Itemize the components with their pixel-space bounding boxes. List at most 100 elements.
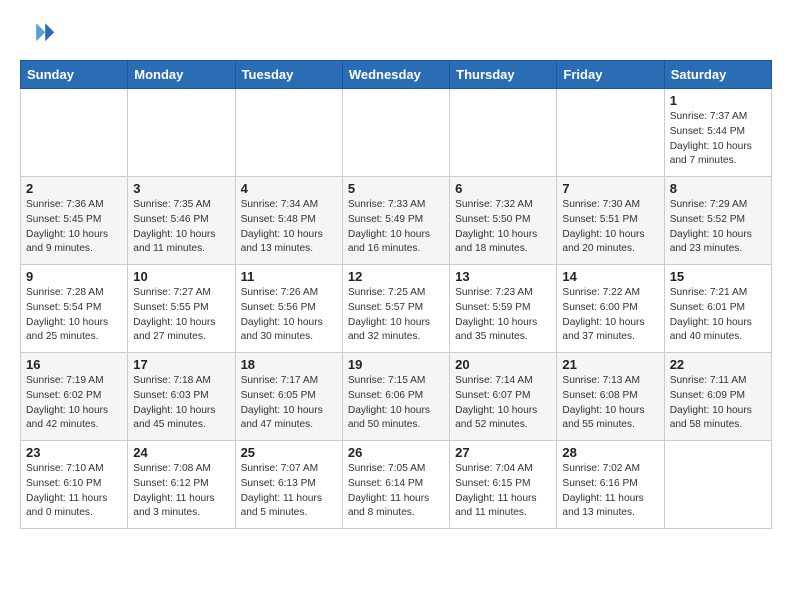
- day-cell: 21 Sunrise: 7:13 AM Sunset: 6:08 PM Dayli…: [557, 353, 664, 441]
- weekday-header-saturday: Saturday: [664, 61, 771, 89]
- day-number: 12: [348, 269, 444, 284]
- day-number: 26: [348, 445, 444, 460]
- day-cell: 17 Sunrise: 7:18 AM Sunset: 6:03 PM Dayli…: [128, 353, 235, 441]
- day-number: 5: [348, 181, 444, 196]
- day-cell: 7Sunrise: 7:30 AM Sunset: 5:51 PM Daylig…: [557, 177, 664, 265]
- day-info: Sunrise: 7:34 AM Sunset: 5:48 PM Dayligh…: [241, 198, 337, 257]
- day-info: Sunrise: 7:17 AM Sunset: 6:05 PM Dayligh…: [241, 374, 337, 433]
- day-cell: 12 Sunrise: 7:25 AM Sunset: 5:57 PM Dayli…: [342, 265, 449, 353]
- day-info: Sunrise: 7:26 AM Sunset: 5:56 PM Dayligh…: [241, 286, 337, 345]
- week-row-5: 23 Sunrise: 7:10 AM Sunset: 6:10 PM Dayli…: [21, 441, 772, 529]
- day-number: 10: [133, 269, 229, 284]
- day-info: Sunrise: 7:07 AM Sunset: 6:13 PM Dayligh…: [241, 462, 337, 521]
- day-info: Sunrise: 7:37 AM Sunset: 5:44 PM Dayligh…: [670, 110, 766, 169]
- weekday-header-monday: Monday: [128, 61, 235, 89]
- day-number: 3: [133, 181, 229, 196]
- weekday-header-wednesday: Wednesday: [342, 61, 449, 89]
- day-cell: 24 Sunrise: 7:08 AM Sunset: 6:12 PM Dayli…: [128, 441, 235, 529]
- day-cell: [235, 89, 342, 177]
- day-cell: [128, 89, 235, 177]
- weekday-header-friday: Friday: [557, 61, 664, 89]
- day-number: 21: [562, 357, 658, 372]
- day-info: Sunrise: 7:08 AM Sunset: 6:12 PM Dayligh…: [133, 462, 229, 521]
- day-cell: 8Sunrise: 7:29 AM Sunset: 5:52 PM Daylig…: [664, 177, 771, 265]
- day-number: 14: [562, 269, 658, 284]
- day-cell: 10 Sunrise: 7:27 AM Sunset: 5:55 PM Dayli…: [128, 265, 235, 353]
- day-info: Sunrise: 7:02 AM Sunset: 6:16 PM Dayligh…: [562, 462, 658, 521]
- day-number: 1: [670, 93, 766, 108]
- day-info: Sunrise: 7:11 AM Sunset: 6:09 PM Dayligh…: [670, 374, 766, 433]
- day-cell: 15 Sunrise: 7:21 AM Sunset: 6:01 PM Dayli…: [664, 265, 771, 353]
- day-cell: 28 Sunrise: 7:02 AM Sunset: 6:16 PM Dayli…: [557, 441, 664, 529]
- day-cell: [342, 89, 449, 177]
- day-number: 18: [241, 357, 337, 372]
- day-number: 25: [241, 445, 337, 460]
- day-cell: [21, 89, 128, 177]
- day-info: Sunrise: 7:25 AM Sunset: 5:57 PM Dayligh…: [348, 286, 444, 345]
- day-info: Sunrise: 7:28 AM Sunset: 5:54 PM Dayligh…: [26, 286, 122, 345]
- logo: [20, 16, 60, 52]
- day-number: 24: [133, 445, 229, 460]
- day-cell: 11 Sunrise: 7:26 AM Sunset: 5:56 PM Dayli…: [235, 265, 342, 353]
- weekday-header-tuesday: Tuesday: [235, 61, 342, 89]
- day-number: 2: [26, 181, 122, 196]
- day-number: 19: [348, 357, 444, 372]
- day-info: Sunrise: 7:13 AM Sunset: 6:08 PM Dayligh…: [562, 374, 658, 433]
- day-cell: 14 Sunrise: 7:22 AM Sunset: 6:00 PM Dayli…: [557, 265, 664, 353]
- day-number: 23: [26, 445, 122, 460]
- day-cell: 25 Sunrise: 7:07 AM Sunset: 6:13 PM Dayli…: [235, 441, 342, 529]
- weekday-header-thursday: Thursday: [450, 61, 557, 89]
- day-cell: 6 Sunrise: 7:32 AM Sunset: 5:50 PM Daylig…: [450, 177, 557, 265]
- day-number: 27: [455, 445, 551, 460]
- day-number: 13: [455, 269, 551, 284]
- day-number: 9: [26, 269, 122, 284]
- day-number: 17: [133, 357, 229, 372]
- day-info: Sunrise: 7:04 AM Sunset: 6:15 PM Dayligh…: [455, 462, 551, 521]
- day-info: Sunrise: 7:36 AM Sunset: 5:45 PM Dayligh…: [26, 198, 122, 257]
- day-info: Sunrise: 7:21 AM Sunset: 6:01 PM Dayligh…: [670, 286, 766, 345]
- day-cell: 4 Sunrise: 7:34 AM Sunset: 5:48 PM Daylig…: [235, 177, 342, 265]
- day-number: 15: [670, 269, 766, 284]
- day-info: Sunrise: 7:29 AM Sunset: 5:52 PM Dayligh…: [670, 198, 766, 257]
- day-number: 28: [562, 445, 658, 460]
- day-cell: 1 Sunrise: 7:37 AM Sunset: 5:44 PM Daylig…: [664, 89, 771, 177]
- day-number: 11: [241, 269, 337, 284]
- day-cell: 3Sunrise: 7:35 AM Sunset: 5:46 PM Daylig…: [128, 177, 235, 265]
- day-info: Sunrise: 7:27 AM Sunset: 5:55 PM Dayligh…: [133, 286, 229, 345]
- day-info: Sunrise: 7:33 AM Sunset: 5:49 PM Dayligh…: [348, 198, 444, 257]
- day-number: 6: [455, 181, 551, 196]
- day-number: 20: [455, 357, 551, 372]
- day-info: Sunrise: 7:05 AM Sunset: 6:14 PM Dayligh…: [348, 462, 444, 521]
- day-info: Sunrise: 7:14 AM Sunset: 6:07 PM Dayligh…: [455, 374, 551, 433]
- day-info: Sunrise: 7:32 AM Sunset: 5:50 PM Dayligh…: [455, 198, 551, 257]
- day-info: Sunrise: 7:15 AM Sunset: 6:06 PM Dayligh…: [348, 374, 444, 433]
- day-cell: 19 Sunrise: 7:15 AM Sunset: 6:06 PM Dayli…: [342, 353, 449, 441]
- day-cell: 16 Sunrise: 7:19 AM Sunset: 6:02 PM Dayli…: [21, 353, 128, 441]
- day-cell: [450, 89, 557, 177]
- day-info: Sunrise: 7:23 AM Sunset: 5:59 PM Dayligh…: [455, 286, 551, 345]
- weekday-header-row: SundayMondayTuesdayWednesdayThursdayFrid…: [21, 61, 772, 89]
- week-row-2: 2 Sunrise: 7:36 AM Sunset: 5:45 PM Daylig…: [21, 177, 772, 265]
- day-cell: [557, 89, 664, 177]
- day-info: Sunrise: 7:22 AM Sunset: 6:00 PM Dayligh…: [562, 286, 658, 345]
- day-number: 4: [241, 181, 337, 196]
- day-cell: 2 Sunrise: 7:36 AM Sunset: 5:45 PM Daylig…: [21, 177, 128, 265]
- day-info: Sunrise: 7:18 AM Sunset: 6:03 PM Dayligh…: [133, 374, 229, 433]
- day-number: 7: [562, 181, 658, 196]
- day-cell: 20 Sunrise: 7:14 AM Sunset: 6:07 PM Dayli…: [450, 353, 557, 441]
- day-cell: 13 Sunrise: 7:23 AM Sunset: 5:59 PM Dayli…: [450, 265, 557, 353]
- week-row-3: 9 Sunrise: 7:28 AM Sunset: 5:54 PM Daylig…: [21, 265, 772, 353]
- page: SundayMondayTuesdayWednesdayThursdayFrid…: [0, 0, 792, 545]
- header: [20, 16, 772, 52]
- weekday-header-sunday: Sunday: [21, 61, 128, 89]
- day-info: Sunrise: 7:10 AM Sunset: 6:10 PM Dayligh…: [26, 462, 122, 521]
- day-cell: 26 Sunrise: 7:05 AM Sunset: 6:14 PM Dayli…: [342, 441, 449, 529]
- day-cell: [664, 441, 771, 529]
- day-info: Sunrise: 7:19 AM Sunset: 6:02 PM Dayligh…: [26, 374, 122, 433]
- day-cell: 27 Sunrise: 7:04 AM Sunset: 6:15 PM Dayli…: [450, 441, 557, 529]
- day-cell: 18 Sunrise: 7:17 AM Sunset: 6:05 PM Dayli…: [235, 353, 342, 441]
- week-row-4: 16 Sunrise: 7:19 AM Sunset: 6:02 PM Dayli…: [21, 353, 772, 441]
- day-number: 22: [670, 357, 766, 372]
- calendar-table: SundayMondayTuesdayWednesdayThursdayFrid…: [20, 60, 772, 529]
- day-number: 16: [26, 357, 122, 372]
